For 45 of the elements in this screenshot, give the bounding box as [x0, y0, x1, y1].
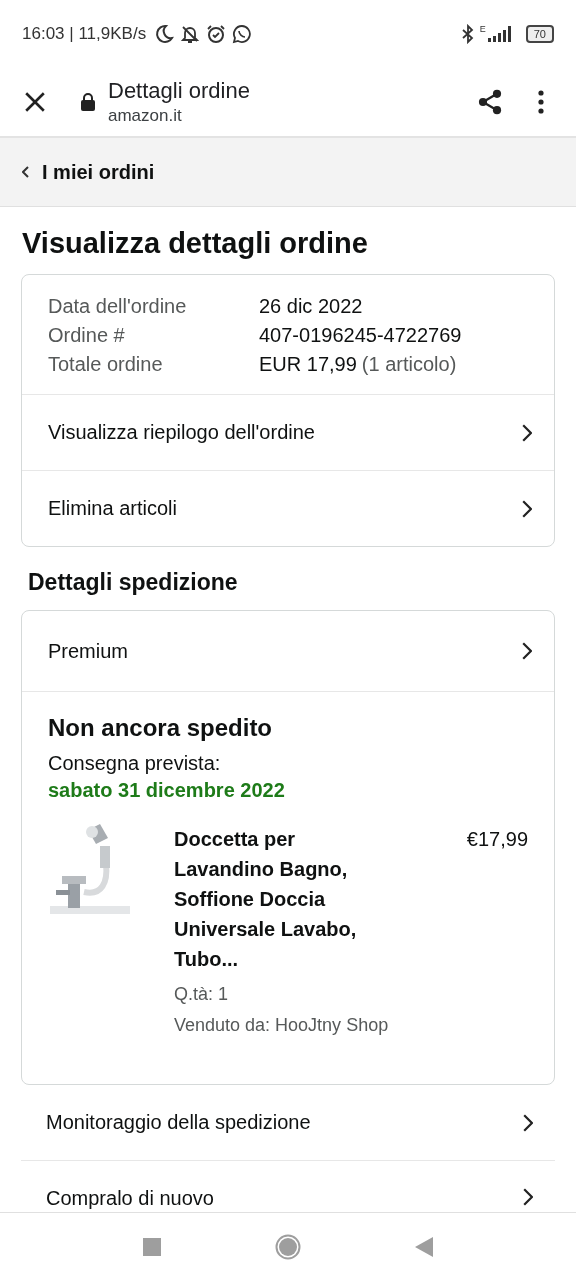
signal-icon: [487, 26, 514, 42]
chevron-right-icon: [522, 1112, 533, 1133]
summary-label: Data dell'ordine: [48, 295, 188, 318]
network-type: E: [479, 24, 486, 34]
shipment-status: Non ancora spedito: [48, 714, 274, 742]
chevron-right-icon: [521, 498, 532, 519]
back-link[interactable]: I miei ordini: [0, 138, 576, 207]
back-button[interactable]: [415, 1236, 433, 1257]
close-icon[interactable]: [24, 91, 46, 113]
bluetooth-icon: [461, 24, 474, 44]
alarm-icon: [206, 24, 227, 44]
chevron-right-icon: [521, 641, 532, 661]
section-heading: Dettagli spedizione: [28, 569, 239, 596]
quantity-label: Q.tà: 1: [174, 984, 230, 1005]
summary-value: EUR 17,99 (1 articolo): [259, 353, 458, 376]
page-title: Dettagli ordine: [108, 78, 251, 104]
bell-off-icon: [180, 24, 201, 44]
product-price: €17,99: [466, 828, 528, 852]
home-button[interactable]: [275, 1233, 301, 1260]
share-icon[interactable]: [476, 88, 504, 116]
chevron-left-icon: [22, 166, 30, 178]
chevron-right-icon: [521, 422, 532, 443]
summary-label: Totale ordine: [48, 353, 164, 376]
summary-value: 407-0196245-4722769: [259, 324, 463, 347]
status-time: 16:03 | 11,9KB/s: [22, 24, 147, 44]
heading: Visualizza dettagli ordine: [22, 227, 369, 260]
delivery-date: sabato 31 dicembre 2022: [48, 779, 286, 802]
delivery-label: Consegna prevista:: [48, 752, 222, 775]
moon-icon: [154, 24, 175, 44]
battery-indicator: 70: [525, 25, 554, 43]
order-link[interactable]: Visualizza riepilogo dell'ordine: [22, 395, 554, 471]
summary-label: Ordine #: [48, 324, 126, 347]
order-link[interactable]: Elimina articoli: [22, 471, 554, 546]
action-link[interactable]: Compralo di nuovo: [21, 1161, 555, 1212]
more-icon[interactable]: [538, 90, 544, 114]
chevron-right-icon: [522, 1187, 533, 1207]
shipping-method-link[interactable]: Premium: [22, 611, 554, 692]
summary-value: 26 dic 2022: [259, 295, 364, 318]
seller-label: Venduto da: HooJtny Shop: [174, 1015, 390, 1036]
chat-icon: [232, 24, 253, 44]
action-link[interactable]: Monitoraggio della spedizione: [21, 1085, 555, 1161]
lock-icon: [80, 92, 96, 112]
product-title[interactable]: Doccetta per Lavandino Bagno, Soffione Doccia Universale Lavabo, Tubo...: [174, 824, 394, 974]
domain-label: amazon.it: [108, 106, 183, 126]
recents-button[interactable]: [143, 1237, 161, 1256]
